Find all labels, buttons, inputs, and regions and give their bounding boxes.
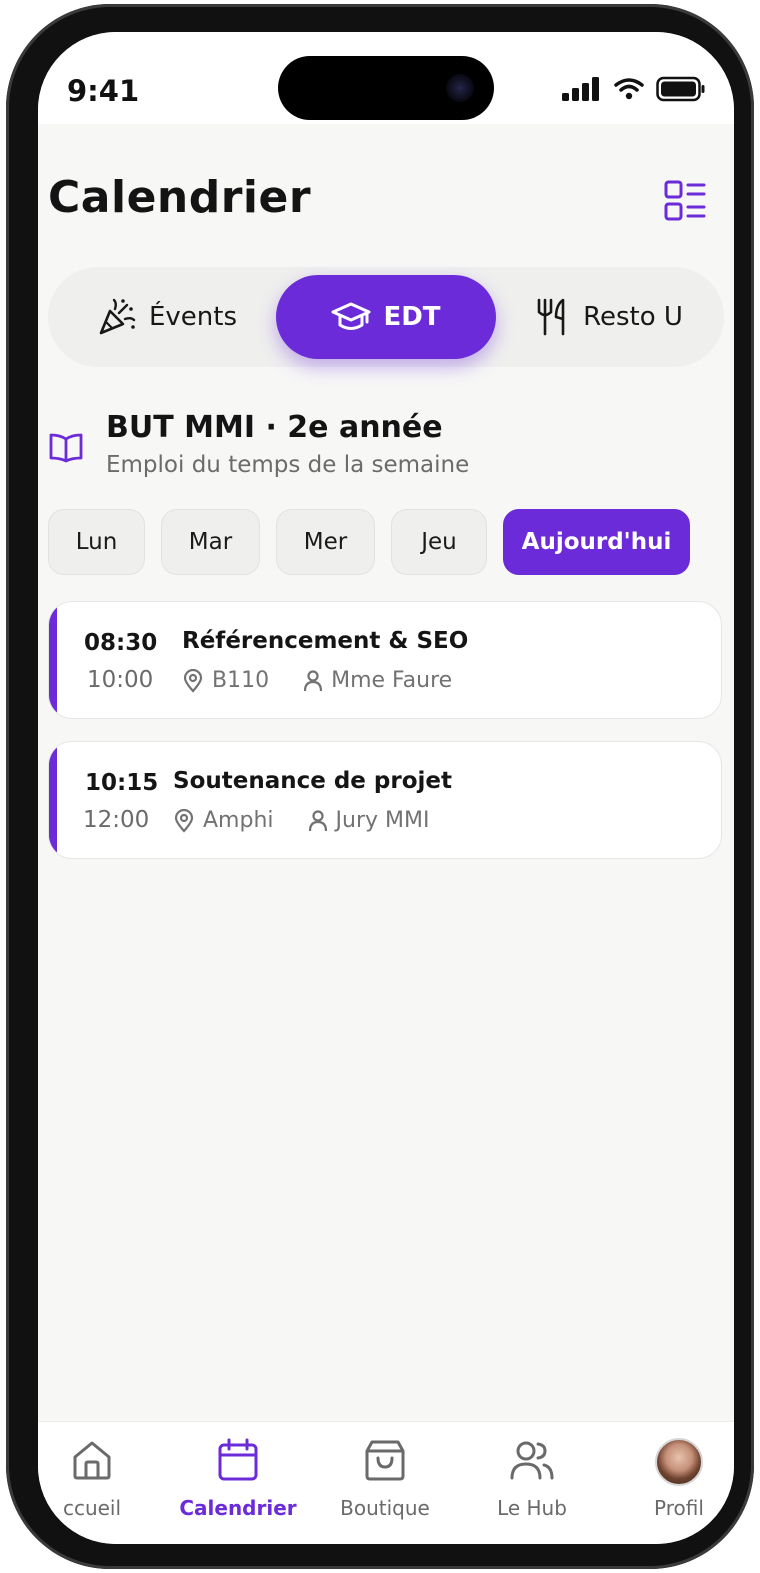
segment-edt-label: EDT	[383, 302, 441, 332]
status-time: 9:41	[67, 74, 140, 108]
tab-profil-label: Profil	[654, 1496, 704, 1520]
shopping-bag-icon	[365, 1440, 405, 1481]
graduation-cap-icon	[331, 302, 371, 330]
tab-accueil-label: ccueil	[62, 1496, 122, 1520]
day-chip-jeu[interactable]: Jeu	[391, 509, 487, 575]
event-teacher: Mme Faure	[331, 668, 453, 693]
event-start-time: 08:30	[84, 630, 158, 656]
signal-icon	[562, 77, 599, 101]
segment-edt[interactable]: EDT	[276, 275, 496, 359]
day-chip-mer[interactable]: Mer	[276, 509, 375, 575]
party-popper-icon	[99, 298, 136, 335]
tab-le-hub[interactable]: Le Hub	[462, 1422, 602, 1544]
battery-icon	[656, 76, 705, 102]
status-bar: 9:41	[38, 32, 734, 124]
event-title: Référencement & SEO	[182, 628, 469, 654]
segment-events[interactable]: Évents	[62, 275, 272, 359]
event-room: Amphi	[203, 808, 274, 833]
fork-knife-icon	[537, 298, 565, 336]
event-teacher: Jury MMI	[335, 808, 430, 833]
event-card[interactable]: 08:30 10:00 Référencement & SEO B110 Mme…	[48, 601, 722, 719]
wifi-icon	[614, 78, 644, 100]
event-end-time: 12:00	[83, 807, 150, 833]
segment-events-label: Évents	[148, 302, 238, 332]
bottom-tab-bar: ccueil Calendrier Boutique Le Hub Profil	[38, 1421, 734, 1544]
calendar-icon	[218, 1438, 258, 1481]
course-subtitle: Emploi du temps de la semaine	[106, 452, 470, 478]
tab-calendrier-label: Calendrier	[179, 1496, 297, 1520]
event-start-time: 10:15	[85, 770, 159, 796]
day-chip-today[interactable]: Aujourd'hui	[503, 509, 690, 575]
event-meta: B110 Mme Faure	[182, 668, 452, 693]
users-icon	[510, 1441, 554, 1480]
tab-profil[interactable]: Profil	[609, 1422, 734, 1544]
location-pin-icon	[183, 668, 203, 693]
event-title: Soutenance de projet	[173, 768, 452, 794]
status-icons	[562, 76, 706, 102]
app-screen: 9:41 Calendrier Évents EDT Resto U BUT M…	[38, 32, 734, 1544]
page-title: Calendrier	[48, 172, 312, 223]
section-segmented-control: Évents EDT Resto U	[48, 267, 724, 367]
camera-icon	[446, 74, 474, 102]
list-grid-icon	[664, 180, 706, 221]
segment-resto-u[interactable]: Resto U	[502, 275, 712, 359]
event-accent-bar	[49, 742, 57, 858]
course-title: BUT MMI · 2e année	[106, 410, 443, 445]
event-end-time: 10:00	[87, 667, 154, 693]
day-chip-mar[interactable]: Mar	[161, 509, 260, 575]
tab-le-hub-label: Le Hub	[497, 1496, 567, 1520]
event-accent-bar	[49, 602, 57, 718]
dynamic-island	[278, 56, 494, 120]
tab-boutique-label: Boutique	[340, 1496, 430, 1520]
view-toggle-button[interactable]	[660, 176, 710, 226]
segment-resto-u-label: Resto U	[583, 302, 683, 332]
home-icon	[73, 1441, 111, 1480]
tab-accueil[interactable]: ccueil	[38, 1422, 162, 1544]
event-meta: Amphi Jury MMI	[173, 808, 429, 833]
day-chip-lun[interactable]: Lun	[48, 509, 145, 575]
event-room: B110	[212, 668, 270, 693]
tab-calendrier[interactable]: Calendrier	[168, 1422, 308, 1544]
phone-frame: 9:41 Calendrier Évents EDT Resto U BUT M…	[6, 4, 754, 1569]
person-icon	[308, 809, 327, 831]
book-open-icon	[49, 433, 83, 463]
location-pin-icon	[174, 808, 194, 833]
tab-boutique[interactable]: Boutique	[315, 1422, 455, 1544]
avatar	[655, 1438, 703, 1486]
person-icon	[303, 669, 323, 691]
event-card[interactable]: 10:15 12:00 Soutenance de projet Amphi J…	[48, 741, 722, 859]
